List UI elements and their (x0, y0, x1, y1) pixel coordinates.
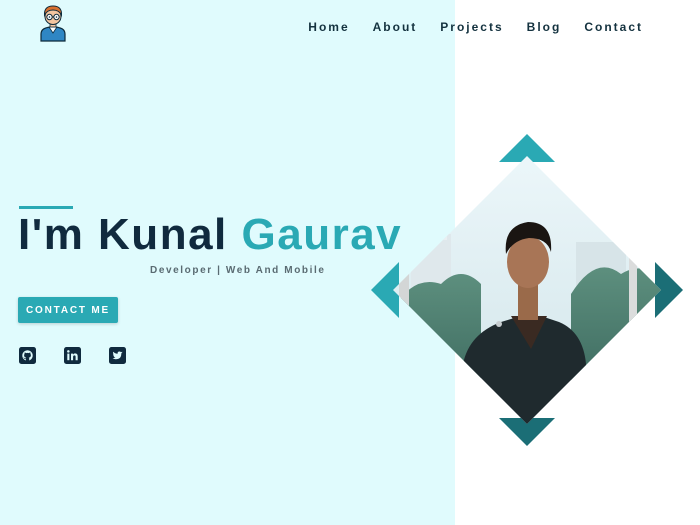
main-navigation: Home About Projects Blog Contact (285, 20, 643, 34)
hero-title: I'm Kunal Gaurav (18, 209, 402, 261)
profile-photo-diamond (371, 134, 683, 446)
nav-projects[interactable]: Projects (440, 20, 503, 34)
linkedin-icon (64, 347, 81, 364)
nav-home[interactable]: Home (308, 20, 349, 34)
nav-contact[interactable]: Contact (584, 20, 643, 34)
github-icon (19, 347, 36, 364)
twitter-icon (109, 347, 126, 364)
hero-greeting: I'm Kunal (18, 210, 228, 259)
nav-blog[interactable]: Blog (527, 20, 562, 34)
github-link[interactable] (19, 347, 36, 364)
contact-me-button[interactable]: CONTACT ME (18, 297, 118, 323)
hero-subtitle: Developer | Web And Mobile (150, 265, 326, 276)
twitter-link[interactable] (109, 347, 126, 364)
linkedin-link[interactable] (64, 347, 81, 364)
nav-about[interactable]: About (373, 20, 418, 34)
profile-photo (393, 156, 661, 424)
avatar-logo-icon[interactable] (39, 4, 67, 42)
